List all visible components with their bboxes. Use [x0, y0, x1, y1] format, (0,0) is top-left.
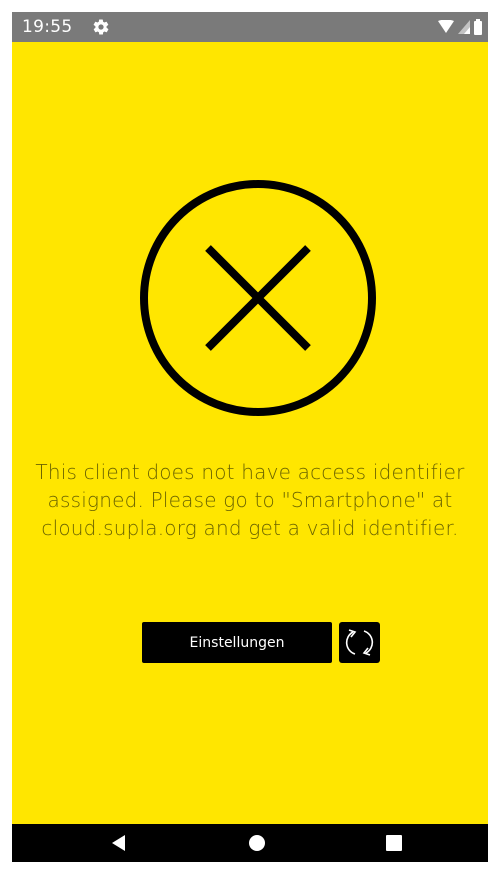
refresh-icon: [345, 629, 374, 656]
error-message: This client does not have access identif…: [35, 460, 465, 540]
back-triangle-icon[interactable]: [110, 834, 128, 852]
circle-x-icon: [140, 180, 376, 416]
navigation-bar: [12, 824, 488, 862]
recents-square-icon[interactable]: [385, 834, 403, 852]
wifi-icon: [438, 20, 454, 33]
settings-button[interactable]: Einstellungen: [142, 622, 332, 663]
signal-icon: [458, 20, 470, 34]
refresh-button[interactable]: [339, 622, 380, 663]
app-screen: 19:55 This client does not have access i…: [12, 12, 488, 862]
home-circle-icon[interactable]: [248, 834, 266, 852]
status-bar: 19:55: [12, 12, 488, 42]
battery-icon: [474, 19, 482, 35]
status-time: 19:55: [22, 17, 73, 37]
gear-icon: [93, 19, 109, 35]
status-icons: [438, 18, 482, 36]
